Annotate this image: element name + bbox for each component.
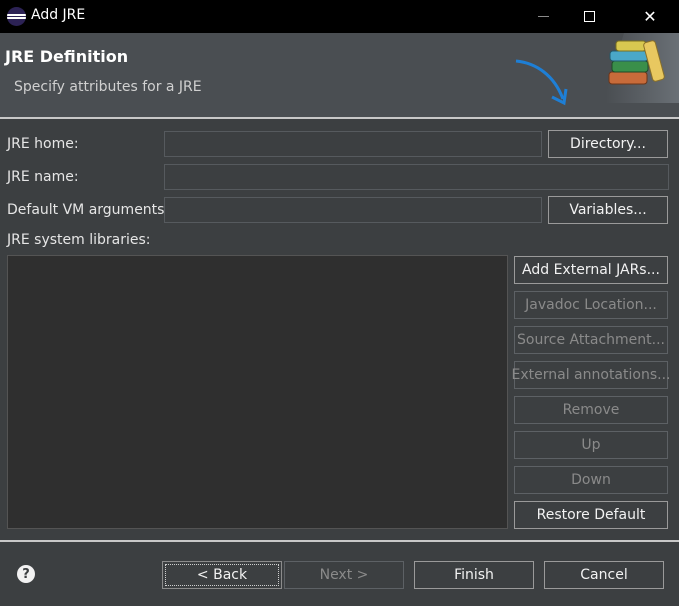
dialog-banner: JRE Definition Specify attributes for a … xyxy=(0,33,679,118)
banner-separator xyxy=(0,117,679,119)
close-icon: ✕ xyxy=(643,7,657,26)
books-jar-icon xyxy=(515,33,679,106)
minimize-icon xyxy=(537,16,549,17)
restore-default-button[interactable]: Restore Default xyxy=(514,501,668,529)
footer-separator xyxy=(0,540,679,542)
jre-name-label: JRE name: xyxy=(7,169,79,185)
vm-args-label: Default VM arguments: xyxy=(7,202,170,218)
vm-args-input[interactable] xyxy=(164,197,542,223)
jre-home-label: JRE home: xyxy=(7,136,79,152)
cancel-button[interactable]: Cancel xyxy=(544,561,664,589)
minimize-button[interactable] xyxy=(520,0,566,33)
title-bar: Add JRE ✕ xyxy=(0,0,679,33)
jre-name-input[interactable] xyxy=(164,164,669,190)
external-annotations-button[interactable]: External annotations... xyxy=(512,361,670,389)
maximize-button[interactable] xyxy=(566,0,612,33)
directory-button[interactable]: Directory... xyxy=(548,130,668,158)
variables-button[interactable]: Variables... xyxy=(548,196,668,224)
source-attachment-button[interactable]: Source Attachment... xyxy=(514,326,668,354)
back-button[interactable]: < Back xyxy=(162,561,282,589)
libraries-list[interactable] xyxy=(7,255,508,529)
jre-home-input[interactable] xyxy=(164,131,542,157)
libraries-label: JRE system libraries: xyxy=(7,232,151,248)
banner-title: JRE Definition xyxy=(5,47,129,66)
add-external-jars-button[interactable]: Add External JARs... xyxy=(514,256,668,284)
down-button[interactable]: Down xyxy=(514,466,668,494)
banner-subtitle: Specify attributes for a JRE xyxy=(14,79,202,95)
window-title: Add JRE xyxy=(31,7,86,23)
help-icon[interactable]: ? xyxy=(17,565,35,583)
eclipse-icon xyxy=(7,7,26,26)
finish-button[interactable]: Finish xyxy=(414,561,534,589)
maximize-icon xyxy=(583,11,595,22)
next-button[interactable]: Next > xyxy=(284,561,404,589)
close-button[interactable]: ✕ xyxy=(627,0,673,33)
up-button[interactable]: Up xyxy=(514,431,668,459)
javadoc-location-button[interactable]: Javadoc Location... xyxy=(514,291,668,319)
remove-button[interactable]: Remove xyxy=(514,396,668,424)
